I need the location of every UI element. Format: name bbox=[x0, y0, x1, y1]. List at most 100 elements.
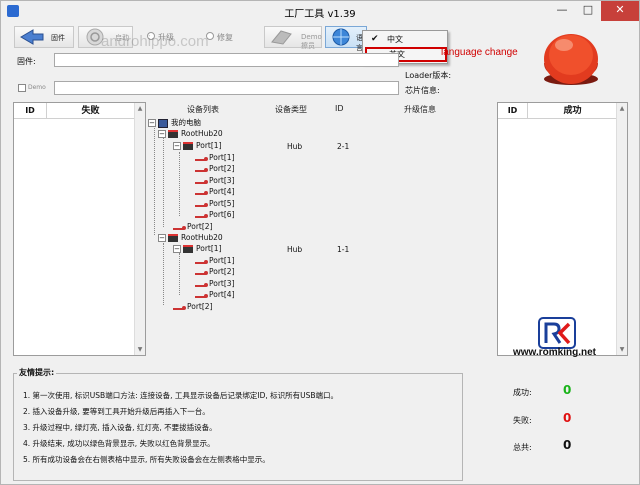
factory-tool-window: 工厂工具 v1.39 — □ ✕ 固件 启动 升级 修复 Demo擦员 语言 a… bbox=[0, 0, 640, 485]
tip-item: 1. 第一次使用, 标识USB端口方法: 连接设备, 工具显示设备后记录绑定ID… bbox=[23, 391, 339, 400]
fail-scrollbar[interactable]: ▲ ▼ bbox=[134, 103, 145, 355]
firmware-button-label: 固件 bbox=[51, 34, 65, 42]
fail-count-label: 失败: bbox=[513, 416, 532, 425]
usb-plug-icon bbox=[195, 281, 208, 287]
scroll-down-icon[interactable]: ▼ bbox=[135, 346, 145, 353]
success-scrollbar[interactable]: ▲ ▼ bbox=[616, 103, 627, 355]
success-count-value: 0 bbox=[563, 383, 572, 397]
device-type-cell: Hub bbox=[287, 142, 303, 151]
demo-erase-button[interactable]: Demo擦员 bbox=[264, 26, 322, 50]
total-count-label: 总共: bbox=[513, 443, 532, 452]
watermark-text: androhippo.com bbox=[101, 33, 209, 50]
tree-node-port[interactable]: Port[4] bbox=[195, 186, 235, 197]
tree-node-label: Port[2] bbox=[209, 267, 235, 276]
collapse-icon[interactable]: − bbox=[158, 234, 166, 242]
tree-node-label: Port[4] bbox=[209, 187, 235, 196]
scroll-up-icon[interactable]: ▲ bbox=[617, 105, 627, 112]
usb-hub-icon bbox=[168, 130, 178, 138]
tree-node-label: 我的电脑 bbox=[171, 118, 201, 127]
fail-panel: ID 失败 ▲ ▼ bbox=[13, 102, 146, 356]
tree-node-label: Port[2] bbox=[209, 164, 235, 173]
scroll-up-icon[interactable]: ▲ bbox=[135, 105, 145, 112]
tree-node-port[interactable]: Port[2] bbox=[195, 266, 235, 277]
usb-plug-icon bbox=[195, 258, 208, 264]
demo-path-field[interactable] bbox=[54, 81, 399, 95]
tree-node-port[interactable]: Port[2] bbox=[173, 301, 213, 312]
usb-plug-icon bbox=[195, 166, 208, 172]
language-option-label: 中文 bbox=[387, 35, 403, 44]
checkmark-icon: ✔ bbox=[371, 34, 379, 44]
language-button[interactable]: 语言 bbox=[325, 26, 367, 52]
tips-title: 友情提示: bbox=[17, 367, 57, 378]
collapse-icon[interactable]: − bbox=[158, 130, 166, 138]
tree-node-label: Port[2] bbox=[187, 222, 213, 231]
fail-title-header: 失败 bbox=[47, 103, 135, 119]
usb-plug-icon bbox=[173, 304, 186, 310]
tree-node-label: Port[3] bbox=[209, 279, 235, 288]
tree-node-port[interactable]: Port[1] bbox=[195, 255, 235, 266]
repair-radio-label: 修复 bbox=[217, 33, 233, 42]
maximize-button[interactable]: □ bbox=[575, 1, 601, 21]
tree-root-my-computer[interactable]: − 我的电脑 bbox=[148, 117, 201, 128]
usb-plug-icon bbox=[195, 155, 208, 161]
romking-url: www.romking.net bbox=[513, 347, 596, 358]
device-type-cell: Hub bbox=[287, 245, 303, 254]
tree-node-port[interactable]: Port[3] bbox=[195, 175, 235, 186]
usb-plug-icon bbox=[195, 189, 208, 195]
tree-node-roothub[interactable]: − RootHub20 bbox=[158, 128, 223, 139]
upgrade-info-header: 升级信息 bbox=[404, 105, 436, 114]
tree-node-label: RootHub20 bbox=[181, 233, 223, 242]
usb-plug-icon bbox=[195, 178, 208, 184]
device-id-cell: 2-1 bbox=[337, 142, 350, 151]
total-count-value: 0 bbox=[563, 438, 572, 452]
scroll-down-icon[interactable]: ▼ bbox=[617, 346, 627, 353]
collapse-icon[interactable]: − bbox=[148, 119, 156, 127]
tree-node-port[interactable]: Port[2] bbox=[195, 163, 235, 174]
success-count-label: 成功: bbox=[513, 388, 532, 397]
tree-node-label: Port[3] bbox=[209, 176, 235, 185]
tree-node-label: Port[1] bbox=[196, 141, 222, 150]
tree-node-port[interactable]: Port[2] bbox=[173, 221, 213, 232]
usb-plug-icon bbox=[173, 224, 186, 230]
romking-logo bbox=[538, 317, 576, 349]
tree-node-label: Port[1] bbox=[196, 244, 222, 253]
usb-plug-icon bbox=[195, 269, 208, 275]
firmware-button[interactable]: 固件 bbox=[14, 26, 74, 48]
demo-checkbox[interactable] bbox=[18, 84, 26, 92]
chip-info-label: 芯片信息: bbox=[405, 86, 440, 95]
usb-hub-icon bbox=[183, 245, 193, 253]
fail-count-value: 0 bbox=[563, 411, 572, 425]
status-light-icon bbox=[544, 34, 598, 85]
computer-icon bbox=[158, 118, 168, 128]
language-option-chinese[interactable]: ✔ 中文 bbox=[365, 32, 447, 47]
close-button[interactable]: ✕ bbox=[601, 1, 639, 21]
tip-item: 2. 插入设备升级, 要等到工具开始升级后再插入下一台。 bbox=[23, 407, 210, 416]
firmware-path-field[interactable] bbox=[54, 53, 399, 67]
collapse-icon[interactable]: − bbox=[173, 142, 181, 150]
tree-node-port[interactable]: Port[4] bbox=[195, 289, 235, 300]
usb-hub-icon bbox=[168, 234, 178, 242]
device-list-header: 设备列表 bbox=[187, 105, 219, 114]
tree-node-roothub[interactable]: − RootHub20 bbox=[158, 232, 223, 243]
tree-node-port[interactable]: Port[1] bbox=[195, 152, 235, 163]
globe-icon bbox=[332, 28, 350, 46]
tree-node-hub-port[interactable]: − Port[1] bbox=[173, 140, 222, 151]
device-id-header: ID bbox=[335, 104, 344, 113]
tree-node-port[interactable]: Port[3] bbox=[195, 278, 235, 289]
tip-item: 3. 升级过程中, 绿灯亮, 插入设备, 红灯亮, 不要拔插设备。 bbox=[23, 423, 217, 432]
tree-node-port[interactable]: Port[6] bbox=[195, 209, 235, 220]
firmware-arrow-icon bbox=[20, 29, 44, 45]
tree-node-hub-port[interactable]: − Port[1] bbox=[173, 243, 222, 254]
demo-erase-label: Demo擦员 bbox=[301, 33, 322, 50]
tip-item: 5. 所有成功设备会在右侧表格中显示, 所有失败设备会在左侧表格中显示。 bbox=[23, 455, 270, 464]
minimize-button[interactable]: — bbox=[549, 1, 575, 21]
window-title: 工厂工具 v1.39 bbox=[284, 9, 356, 20]
demo-checkbox-label: Demo bbox=[28, 84, 46, 91]
success-id-header: ID bbox=[498, 103, 528, 119]
collapse-icon[interactable]: − bbox=[173, 245, 181, 253]
tree-node-label: RootHub20 bbox=[181, 129, 223, 138]
tree-node-port[interactable]: Port[5] bbox=[195, 198, 235, 209]
eraser-icon bbox=[271, 30, 292, 45]
firmware-field-label: 固件: bbox=[17, 57, 36, 66]
tree-node-label: Port[2] bbox=[187, 302, 213, 311]
